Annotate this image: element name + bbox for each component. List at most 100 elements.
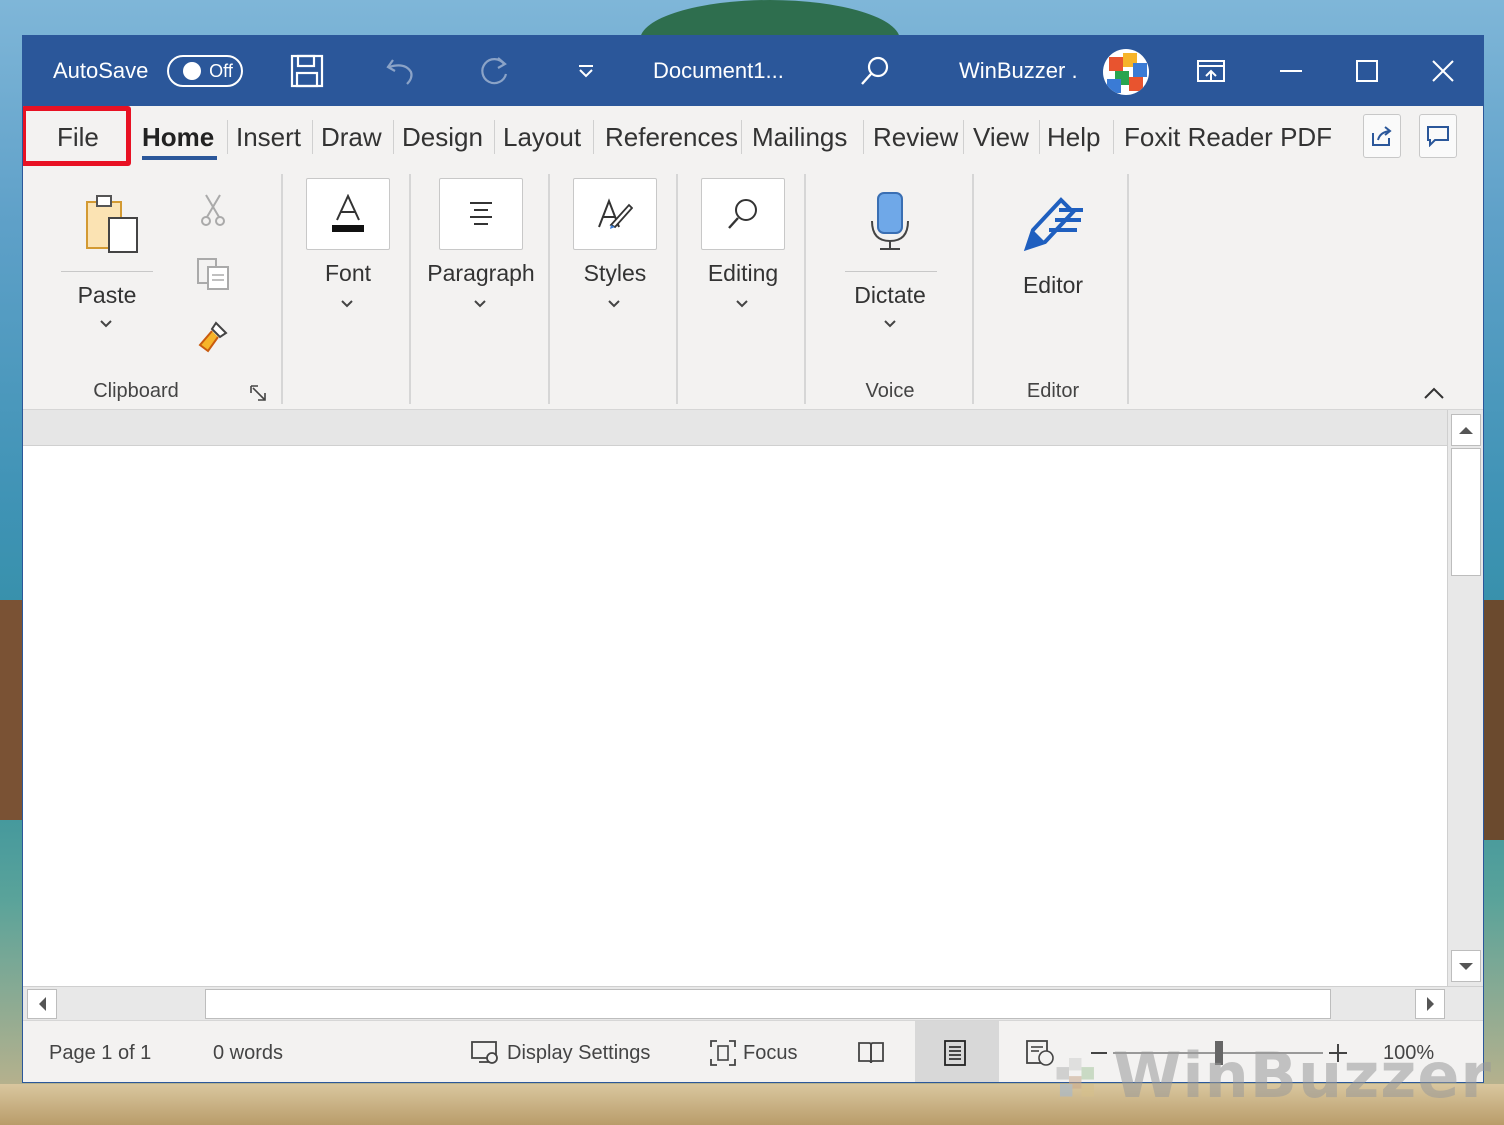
editor-pen-icon[interactable] (1017, 190, 1087, 256)
minimize-icon[interactable] (1271, 36, 1311, 106)
tab-separator (393, 120, 394, 154)
tab-separator (494, 120, 495, 154)
font-button[interactable] (306, 178, 390, 250)
tab-file[interactable]: File (57, 106, 99, 168)
paragraph-label[interactable]: Paragraph (421, 260, 541, 287)
focus-label: Focus (743, 1041, 798, 1064)
tab-draw[interactable]: Draw (321, 106, 382, 168)
chevron-down-icon[interactable] (735, 296, 749, 314)
tab-separator (227, 120, 228, 154)
title-bar: AutoSave Off Document1... WinBuzzer . (23, 36, 1483, 106)
scroll-up-button[interactable] (1451, 414, 1481, 446)
editor-button-label[interactable]: Editor (998, 272, 1108, 299)
desktop-background-left (0, 600, 22, 820)
share-button[interactable] (1363, 114, 1401, 158)
tab-separator (963, 120, 964, 154)
scroll-down-button[interactable] (1451, 950, 1481, 982)
web-layout-icon[interactable] (1025, 1021, 1055, 1082)
page-count[interactable]: Page 1 of 1 (49, 1021, 151, 1082)
tab-foxit-reader-pdf[interactable]: Foxit Reader PDF (1124, 106, 1332, 168)
styles-button[interactable] (573, 178, 657, 250)
autosave-state: Off (209, 60, 233, 81)
cut-icon[interactable] (193, 190, 233, 230)
ribbon-tabs: File Home Insert Draw Design Layout Refe… (23, 106, 1483, 168)
group-separator (972, 174, 974, 404)
dictate-button-label[interactable]: Dictate (835, 282, 945, 309)
tab-mailings[interactable]: Mailings (752, 106, 847, 168)
horizontal-scrollbar[interactable] (23, 986, 1483, 1020)
scroll-left-button[interactable] (27, 989, 57, 1019)
close-icon[interactable] (1423, 36, 1463, 106)
user-name[interactable]: WinBuzzer . (959, 36, 1078, 106)
comments-button[interactable] (1419, 114, 1457, 158)
user-avatar[interactable] (1103, 49, 1149, 95)
find-icon (728, 199, 757, 229)
chevron-down-icon[interactable] (883, 316, 897, 334)
paragraph-button[interactable] (439, 178, 523, 250)
tab-insert[interactable]: Insert (236, 106, 301, 168)
copy-icon[interactable] (193, 254, 233, 294)
paste-icon[interactable] (81, 194, 145, 258)
focus-button[interactable]: Focus (709, 1021, 798, 1082)
font-color-icon (332, 194, 364, 232)
tab-view[interactable]: View (973, 106, 1029, 168)
tab-separator (312, 120, 313, 154)
styles-label[interactable]: Styles (573, 260, 657, 287)
word-window: AutoSave Off Document1... WinBuzzer . Fi… (22, 35, 1484, 1083)
winbuzzer-watermark: WinBuzzer (1052, 1030, 1492, 1120)
tab-separator (593, 120, 594, 154)
display-settings-label: Display Settings (507, 1041, 651, 1064)
display-settings-button[interactable]: Display Settings (471, 1021, 651, 1082)
tab-separator (1113, 120, 1114, 154)
group-separator (804, 174, 806, 404)
editor-group-label: Editor (1026, 380, 1080, 402)
desktop-background-right (1484, 600, 1504, 840)
autosave-toggle[interactable]: Off (167, 55, 243, 87)
document-page[interactable] (23, 446, 1447, 986)
chevron-down-icon[interactable] (473, 296, 487, 314)
font-label[interactable]: Font (306, 260, 390, 287)
scroll-right-button[interactable] (1415, 989, 1445, 1019)
read-mode-icon[interactable] (857, 1021, 885, 1082)
word-count[interactable]: 0 words (213, 1021, 283, 1082)
collapse-ribbon-icon[interactable] (1423, 386, 1453, 406)
tab-review[interactable]: Review (873, 106, 958, 168)
desktop-background (640, 0, 900, 40)
ribbon-display-options-icon[interactable] (1191, 36, 1231, 106)
display-settings-icon (471, 1041, 498, 1064)
chevron-down-icon[interactable] (607, 296, 621, 314)
customize-toolbar-icon[interactable] (568, 36, 604, 106)
group-separator (409, 174, 411, 404)
ruler-area (23, 410, 1447, 446)
maximize-icon[interactable] (1347, 36, 1387, 106)
vertical-scrollbar[interactable] (1447, 410, 1483, 986)
align-center-icon (470, 202, 492, 225)
tab-layout[interactable]: Layout (503, 106, 581, 168)
dialog-launcher-icon[interactable] (245, 380, 273, 408)
tab-references[interactable]: References (605, 106, 738, 168)
chevron-down-icon[interactable] (340, 296, 354, 314)
voice-group-label: Voice (865, 380, 915, 402)
document-title: Document1... (653, 58, 784, 83)
microphone-icon[interactable] (861, 190, 919, 252)
horizontal-scroll-thumb[interactable] (205, 989, 1331, 1019)
share-icon (1372, 126, 1392, 146)
search-icon[interactable] (855, 36, 895, 106)
print-layout-icon[interactable] (943, 1021, 967, 1082)
redo-icon[interactable] (473, 36, 517, 106)
tab-design[interactable]: Design (402, 106, 483, 168)
tab-separator (863, 120, 864, 154)
group-separator (548, 174, 550, 404)
paste-button-label[interactable]: Paste (61, 282, 153, 309)
group-separator (676, 174, 678, 404)
editing-label[interactable]: Editing (691, 260, 795, 287)
vertical-scroll-thumb[interactable] (1451, 448, 1481, 576)
editing-button[interactable] (701, 178, 785, 250)
tab-help[interactable]: Help (1047, 106, 1100, 168)
paste-divider (61, 271, 153, 272)
group-separator (281, 174, 283, 404)
save-icon[interactable] (285, 36, 329, 106)
chevron-down-icon[interactable] (99, 316, 113, 334)
format-painter-icon[interactable] (193, 316, 233, 356)
undo-icon[interactable] (379, 36, 423, 106)
